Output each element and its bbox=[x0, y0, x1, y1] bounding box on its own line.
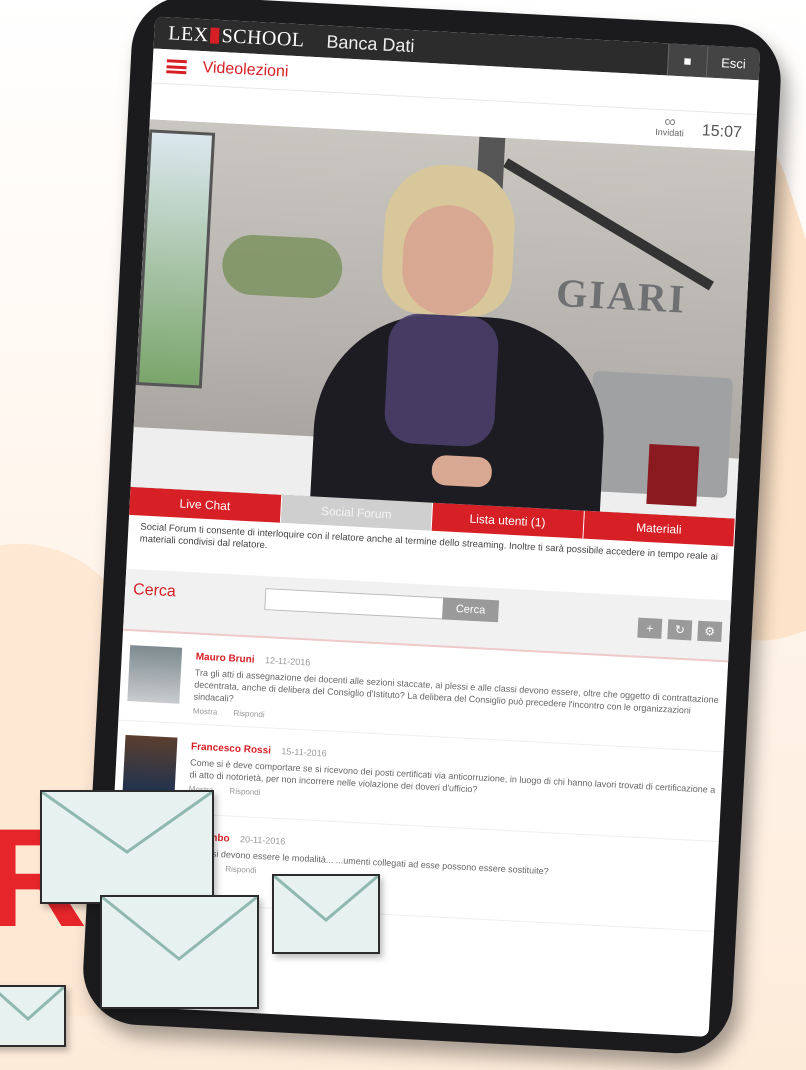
lexschool-logo[interactable]: LEX SCHOOL bbox=[154, 21, 305, 52]
post-author[interactable]: Mauro Bruni bbox=[195, 652, 254, 666]
tablet-device: LEX SCHOOL Banca Dati ■ Esci Videolezioni… bbox=[80, 0, 795, 1057]
tablet-screen: LEX SCHOOL Banca Dati ■ Esci Videolezioni… bbox=[103, 16, 761, 1037]
product-title: Banca Dati bbox=[326, 31, 416, 56]
exit-button[interactable]: Esci bbox=[705, 45, 761, 81]
hamburger-menu-icon[interactable] bbox=[166, 59, 187, 75]
page-title: Videolezioni bbox=[202, 59, 289, 81]
avatar bbox=[117, 824, 173, 884]
reply-link[interactable]: Rispondi bbox=[229, 786, 261, 797]
avatar bbox=[122, 734, 178, 794]
speaker-person bbox=[309, 159, 617, 519]
search-button[interactable]: Cerca bbox=[442, 597, 500, 623]
video-player[interactable]: GIARI bbox=[130, 119, 755, 519]
invite-link-button[interactable]: ∞ Invidati bbox=[655, 113, 685, 139]
refresh-icon[interactable]: ↻ bbox=[667, 619, 693, 641]
post-author[interactable]: Colombo bbox=[186, 831, 230, 844]
post-date: 12-11-2016 bbox=[264, 655, 311, 668]
plus-icon[interactable]: + bbox=[637, 617, 663, 639]
search-label: Cerca bbox=[132, 581, 177, 601]
post-date: 20-11-2016 bbox=[239, 834, 286, 847]
settings-icon[interactable]: ⚙ bbox=[697, 620, 723, 643]
post-date: 15-11-2016 bbox=[281, 746, 327, 759]
avatar bbox=[127, 645, 183, 704]
logo-mark-icon bbox=[210, 26, 221, 44]
reply-link[interactable]: Rispondi bbox=[233, 709, 265, 720]
reply-link[interactable]: Rispondi bbox=[225, 864, 257, 875]
post-author[interactable]: Francesco Rossi bbox=[191, 741, 272, 756]
post-list: Mauro Bruni 12-11-2016 Tra gli atti di a… bbox=[108, 630, 729, 933]
search-input[interactable] bbox=[264, 588, 446, 620]
user-icon: ■ bbox=[683, 52, 692, 69]
show-link[interactable]: Mostra bbox=[184, 862, 209, 872]
video-window-background bbox=[135, 129, 216, 389]
user-button[interactable]: ■ bbox=[666, 43, 708, 78]
clock: 15:07 bbox=[701, 122, 743, 142]
show-link[interactable]: Mostra bbox=[193, 706, 218, 716]
show-link[interactable]: Mostra bbox=[189, 784, 214, 794]
